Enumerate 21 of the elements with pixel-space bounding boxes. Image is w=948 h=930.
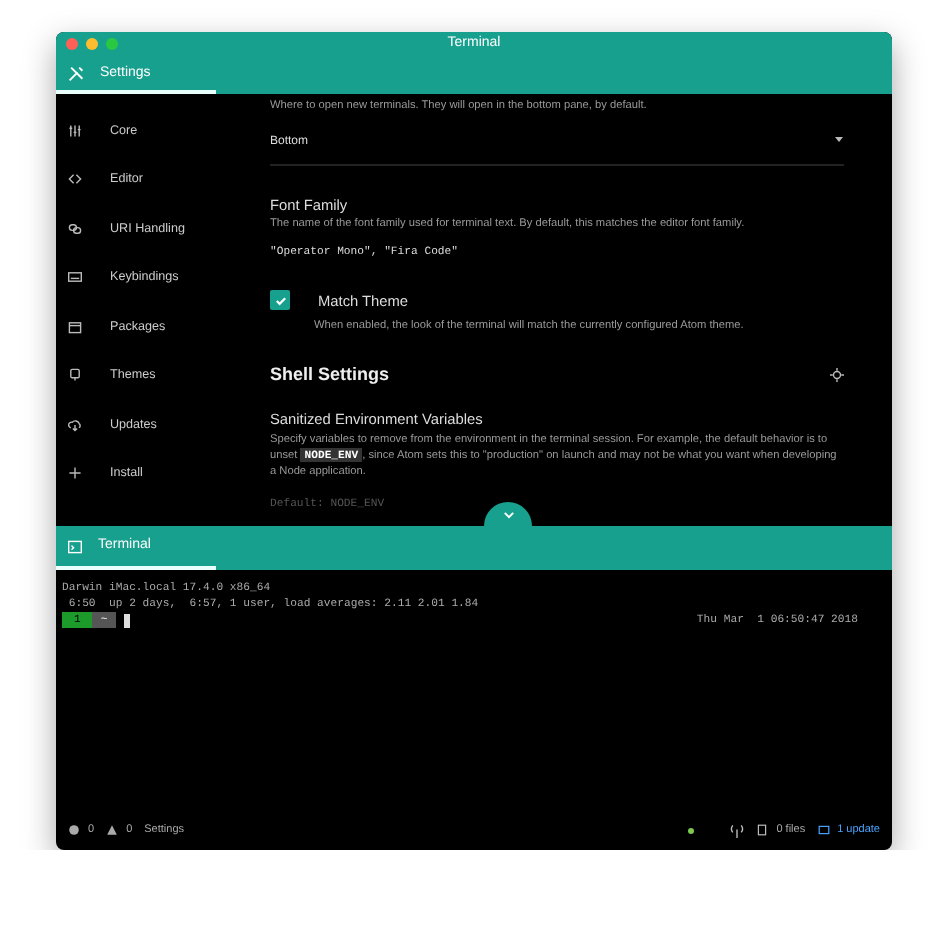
- text-cursor: [123, 613, 130, 628]
- chevron-down-icon: [501, 507, 515, 521]
- check-icon: [273, 293, 287, 308]
- code-icon: [68, 172, 82, 187]
- checkbox[interactable]: [270, 290, 290, 311]
- status-indicator: [688, 827, 695, 833]
- tools-icon: [68, 66, 84, 82]
- sliders-icon: [68, 123, 82, 138]
- section-heading: Shell Settings: [270, 361, 390, 388]
- update-icon: [817, 824, 830, 836]
- collapse-button[interactable]: [484, 502, 532, 526]
- package-icon: [68, 319, 82, 334]
- cloud-download-icon: [68, 417, 82, 432]
- antenna-icon: [730, 823, 745, 837]
- terminal-icon: [68, 539, 82, 553]
- file-icon: [756, 824, 769, 836]
- error-icon: [68, 824, 80, 836]
- warning-icon: [106, 824, 119, 836]
- link-icon: [68, 221, 82, 236]
- caret-icon: [834, 134, 844, 145]
- plus-icon: [68, 466, 82, 481]
